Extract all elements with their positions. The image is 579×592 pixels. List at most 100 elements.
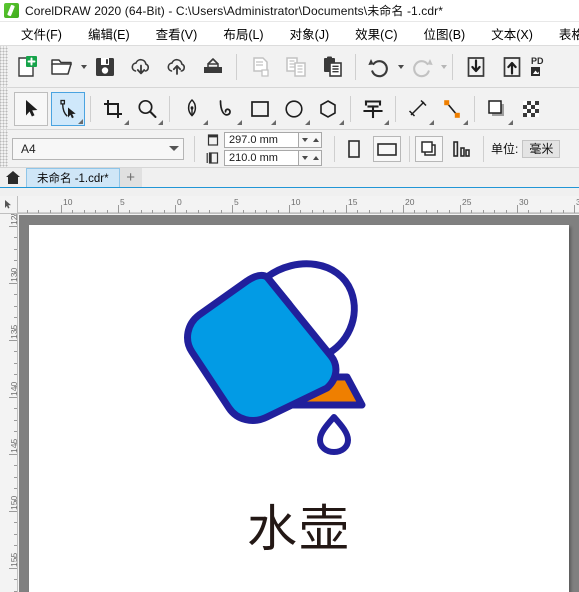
artistic-media-tool[interactable] [209, 92, 243, 126]
toolbox-gripper[interactable] [0, 88, 8, 129]
open-document-button[interactable] [44, 49, 80, 85]
save-button[interactable] [87, 49, 123, 85]
crop-tool[interactable] [96, 92, 130, 126]
save-floppy-icon [96, 57, 114, 76]
units-select[interactable]: 毫米 [522, 139, 561, 158]
export-button[interactable] [494, 49, 530, 85]
ruler-minor-tick [460, 210, 461, 213]
shape-tool[interactable] [51, 91, 85, 126]
cut-button[interactable] [242, 49, 278, 85]
ruler-minor-tick [197, 210, 199, 213]
ruler-minor-tick [311, 210, 313, 213]
rectangle-tool-flyout-icon[interactable] [271, 119, 276, 125]
ellipse-icon [285, 99, 303, 118]
menu-text[interactable]: 文本(X) [478, 22, 546, 45]
arrow-cursor-icon [26, 99, 38, 116]
toolbar-gripper[interactable] [0, 46, 8, 87]
ruler-minor-tick [72, 210, 74, 213]
landscape-button[interactable] [373, 135, 401, 162]
page-height-icon [206, 151, 220, 165]
home-tab-button[interactable] [0, 168, 26, 187]
connector-tool[interactable] [435, 92, 469, 126]
kettle-artwork[interactable] [179, 257, 389, 457]
ruler-minor-tick [26, 210, 28, 213]
menu-edit[interactable]: 编辑(E) [75, 22, 143, 45]
ruler-minor-tick [300, 210, 302, 213]
text-tool-flyout-icon[interactable] [384, 119, 389, 125]
toolbox-toolbar [0, 88, 579, 130]
document-page[interactable]: 水壶 [29, 225, 569, 592]
menu-table[interactable]: 表格(T) [546, 22, 579, 45]
paste-icon [324, 56, 342, 77]
page-size-select[interactable]: A4 [12, 137, 184, 160]
import-button[interactable] [458, 49, 494, 85]
drop-shadow-tool-flyout-icon[interactable] [508, 119, 513, 125]
portrait-button[interactable] [340, 136, 368, 162]
freehand-tool-flyout-icon[interactable] [203, 119, 208, 125]
page-width-field[interactable]: 297.0 mm [224, 131, 298, 148]
text-tool[interactable] [356, 92, 390, 126]
ruler-minor-tick [14, 545, 17, 547]
document-tab[interactable]: 未命名 -1.cdr* [26, 168, 120, 187]
freehand-tool[interactable] [175, 92, 209, 126]
pick-tool[interactable] [14, 91, 48, 126]
ellipse-tool-flyout-icon[interactable] [305, 119, 310, 125]
polygon-tool[interactable] [311, 92, 345, 126]
shape-tool-flyout-icon[interactable] [78, 118, 83, 124]
export-pdf-button[interactable]: PD [530, 49, 560, 85]
ruler-minor-tick [574, 210, 575, 213]
zoom-tool-flyout-icon[interactable] [158, 119, 163, 125]
print-button[interactable] [195, 49, 231, 85]
redo-dropdown-arrow-icon[interactable] [441, 64, 447, 69]
ruler-origin-icon [5, 200, 11, 209]
cloud-download-button[interactable] [123, 49, 159, 85]
menu-bitmaps[interactable]: 位图(B) [411, 22, 479, 45]
undo-arrow-icon [368, 58, 388, 77]
copy-button[interactable] [278, 49, 314, 85]
all-pages-button[interactable] [415, 135, 443, 162]
ruler-minor-tick [505, 210, 507, 213]
artwork-caption[interactable]: 水壶 [29, 489, 569, 561]
current-page-button[interactable] [447, 136, 475, 162]
ruler-minor-tick [14, 248, 17, 250]
menu-view[interactable]: 查看(V) [143, 22, 211, 45]
ellipse-tool[interactable] [277, 92, 311, 126]
redo-button[interactable] [404, 49, 440, 85]
undo-button[interactable] [361, 49, 397, 85]
polygon-tool-flyout-icon[interactable] [339, 119, 344, 125]
rectangle-tool[interactable] [243, 92, 277, 126]
propbar-separator [194, 135, 195, 162]
text-zi-glyph-icon [363, 99, 383, 118]
propbar-gripper[interactable] [0, 130, 8, 167]
menu-file[interactable]: 文件(F) [8, 22, 75, 45]
page-size-value: A4 [21, 141, 36, 156]
ruler-minor-tick [49, 210, 51, 213]
new-document-button[interactable] [8, 49, 44, 85]
menu-layout[interactable]: 布局(L) [210, 22, 276, 45]
ruler-minor-tick [106, 210, 108, 213]
transparency-checker-icon [523, 100, 539, 117]
home-icon [6, 171, 20, 184]
page-height-spinner[interactable] [298, 149, 322, 166]
page-height-field[interactable]: 210.0 mm [224, 149, 298, 166]
menu-object[interactable]: 对象(J) [277, 22, 343, 45]
dimension-tool-flyout-icon[interactable] [429, 119, 434, 125]
parallel-dimension-tool[interactable] [401, 92, 435, 126]
ruler-origin-button[interactable] [0, 196, 18, 214]
cloud-upload-button[interactable] [159, 49, 195, 85]
page-width-spinner[interactable] [298, 131, 322, 148]
drop-shadow-tool[interactable] [480, 92, 514, 126]
paste-button[interactable] [314, 49, 350, 85]
crop-tool-flyout-icon[interactable] [124, 119, 129, 125]
add-tab-button[interactable]: + [119, 168, 142, 187]
vertical-ruler[interactable]: 125 130 135 140 145 150 155 [0, 214, 18, 592]
transparency-tool[interactable] [514, 92, 548, 126]
ruler-minor-tick [14, 374, 17, 376]
drawing-canvas[interactable]: 水壶 [19, 215, 579, 592]
horizontal-ruler[interactable]: 10 5 0 5 10 15 20 25 30 35 [18, 196, 579, 214]
zoom-tool[interactable] [130, 92, 164, 126]
menu-effects[interactable]: 效果(C) [342, 22, 410, 45]
connector-tool-flyout-icon[interactable] [463, 119, 468, 125]
artistic-media-tool-flyout-icon[interactable] [237, 119, 242, 125]
ruler-minor-tick [14, 476, 17, 478]
